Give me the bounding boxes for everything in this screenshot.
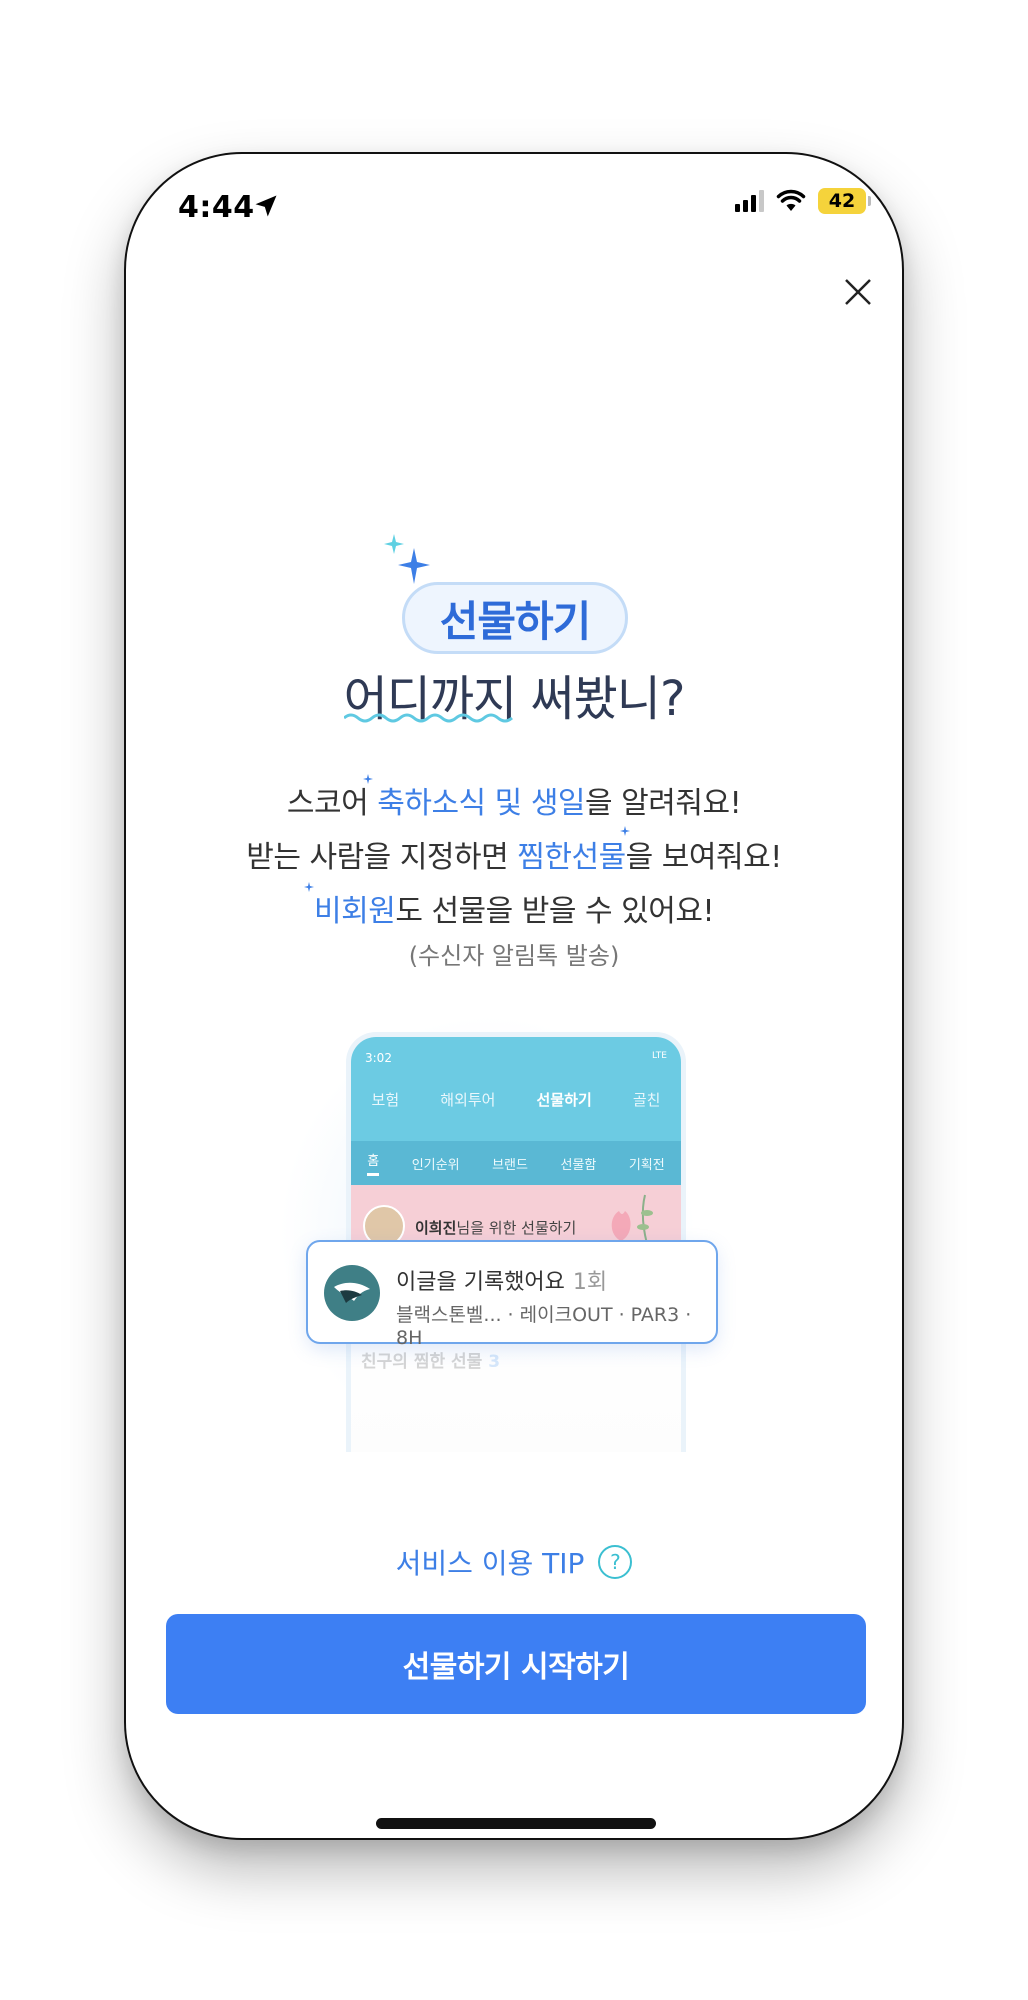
wave-underline <box>344 713 513 723</box>
mockup-banner-text: 이희진님을 위한 선물하기 <box>415 1219 577 1237</box>
notification-title: 이글을 기록했어요 1회 <box>396 1270 608 1295</box>
feature-note: (수신자 알림톡 발송) <box>408 942 620 970</box>
mockup-tabs: 보험 해외투어 선물하기 골친 <box>351 1089 681 1110</box>
feature-line-3: 비회원도 선물을 받을 수 있어요! <box>314 894 714 929</box>
eagle-avatar-icon <box>324 1265 380 1321</box>
mockup-subtab: 선물함 <box>560 1157 597 1173</box>
mockup-tab: 골친 <box>632 1091 661 1109</box>
notification-subtitle: 블랙스톤벨... · 레이크OUT · PAR3 · 8H <box>396 1304 692 1349</box>
wishlist-label: 친구의 찜한 선물 3 <box>361 1352 501 1372</box>
mockup-subtabs: 홈 인기순위 브랜드 선물함 기획전 <box>351 1141 681 1185</box>
feature-line-1: 스코어 축하소식 및 생일을 알려줘요! <box>286 786 742 821</box>
headline: 어디까지 써봤니? <box>343 671 686 727</box>
sparkle-small-icon <box>304 882 314 892</box>
mockup-subtab: 브랜드 <box>492 1157 528 1173</box>
wifi-icon <box>776 189 806 211</box>
service-tip-link[interactable]: 서비스 이용 TIP ? <box>126 1542 902 1582</box>
sparkle-small-icon <box>363 774 373 784</box>
phone-frame: 4:44 42 선물하기 어디까지 써봤니? 스코어 축하소식 및 생일을 알려… <box>124 152 904 1840</box>
mockup-subtab-active: 홈 <box>367 1150 380 1176</box>
close-icon[interactable] <box>838 272 878 312</box>
start-gift-button[interactable]: 선물하기 시작하기 <box>166 1614 866 1714</box>
feature-line-2: 받는 사람을 지정하면 찜한선물을 보여줘요! <box>246 840 782 875</box>
sparkle-small-icon <box>620 826 630 836</box>
mockup-tab-active: 선물하기 <box>536 1091 592 1109</box>
mockup-time: 3:02 <box>365 1051 392 1065</box>
status-icons: 42 <box>735 188 871 214</box>
status-time: 4:44 <box>178 190 255 225</box>
battery-indicator: 42 <box>818 188 871 214</box>
service-tip-label: 서비스 이용 TIP <box>395 1547 585 1580</box>
mockup-tab: 해외투어 <box>440 1091 496 1109</box>
mockup-subtab: 기획전 <box>628 1157 665 1173</box>
mockup-tab: 보험 <box>371 1091 400 1109</box>
sparkle-icon <box>384 534 430 584</box>
home-indicator <box>376 1818 656 1829</box>
help-icon: ? <box>598 1545 633 1579</box>
location-arrow-icon <box>255 195 277 217</box>
mockup-signal: LTE <box>652 1051 667 1061</box>
record-notification-card: 이글을 기록했어요 1회 블랙스톤벨... · 레이크OUT · PAR3 · 8… <box>306 1240 718 1349</box>
cellular-signal-icon <box>735 190 764 212</box>
mockup-subtab: 인기순위 <box>411 1157 460 1173</box>
gift-feature-pill: 선물하기 <box>402 582 628 654</box>
